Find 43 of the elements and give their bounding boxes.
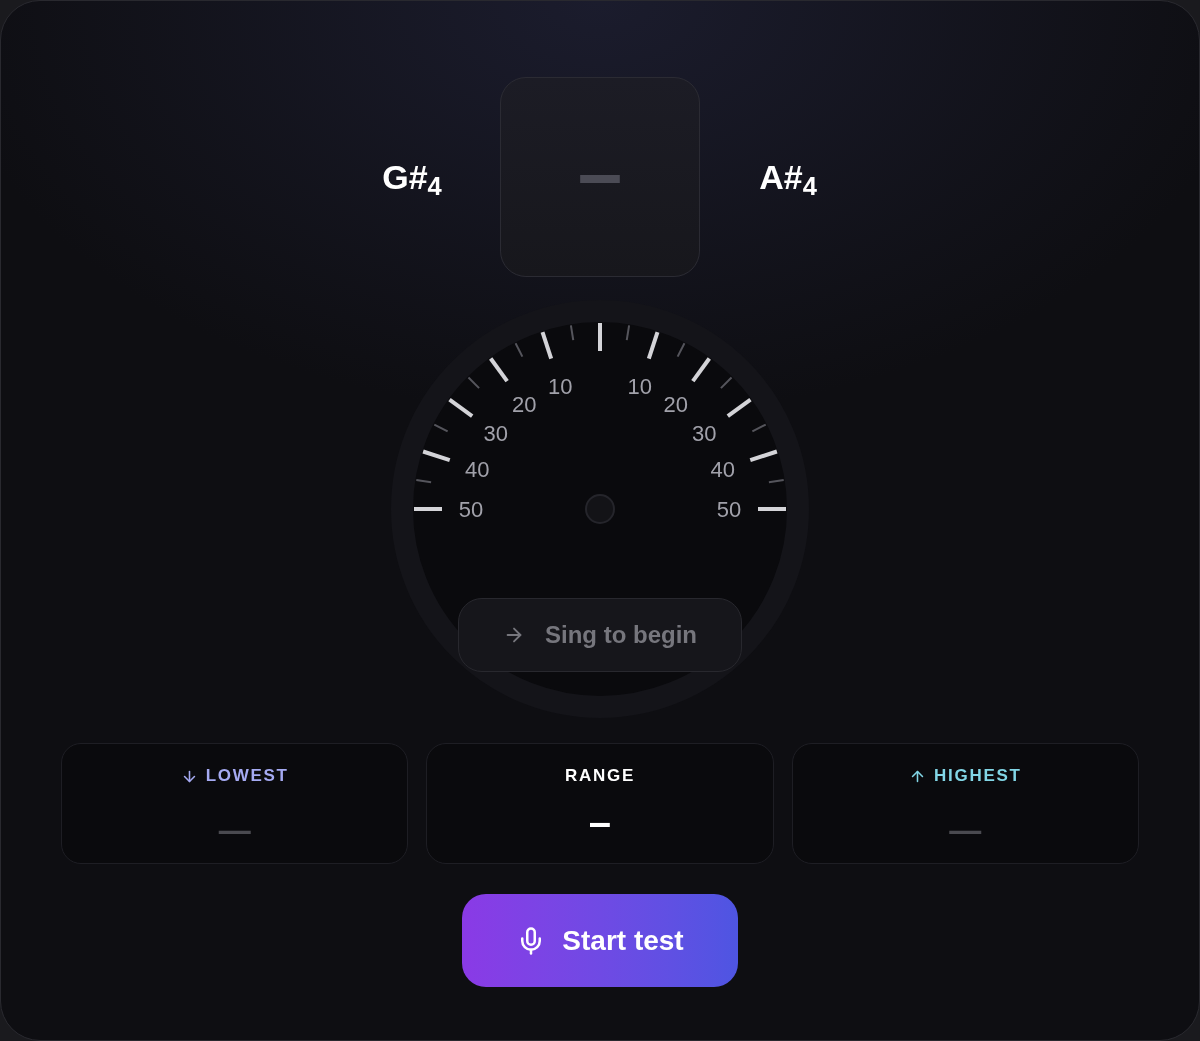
stat-label: LOWEST bbox=[205, 766, 289, 786]
stat-value: — bbox=[949, 814, 982, 846]
major-tick bbox=[448, 398, 474, 418]
major-tick bbox=[598, 323, 602, 351]
scale-label: 40 bbox=[465, 456, 490, 482]
major-tick bbox=[691, 357, 711, 383]
major-tick bbox=[726, 398, 752, 418]
start-test-button[interactable]: Start test bbox=[462, 894, 738, 987]
minor-tick bbox=[676, 342, 686, 358]
minor-tick bbox=[433, 423, 449, 433]
major-tick bbox=[489, 357, 509, 383]
minor-tick bbox=[467, 376, 481, 390]
minor-tick bbox=[719, 376, 733, 390]
scale-label: 20 bbox=[511, 392, 537, 418]
scale-label: 30 bbox=[483, 420, 508, 446]
major-tick bbox=[540, 331, 554, 360]
previous-note: G#$_{4}$ bbox=[382, 156, 442, 202]
scale-label: 10 bbox=[547, 373, 573, 399]
scale-label: 50 bbox=[458, 496, 484, 522]
minor-tick bbox=[767, 478, 785, 484]
major-tick bbox=[749, 449, 778, 463]
status-text: Sing to begin bbox=[545, 620, 697, 650]
current-note: – bbox=[577, 133, 623, 213]
major-tick bbox=[758, 507, 786, 511]
stat-value: — bbox=[218, 814, 251, 846]
minor-tick bbox=[569, 324, 575, 342]
minor-tick bbox=[751, 423, 767, 433]
major-tick bbox=[414, 507, 442, 511]
scale-label: 30 bbox=[692, 420, 717, 446]
major-tick bbox=[422, 449, 451, 463]
minor-tick bbox=[415, 478, 433, 484]
scale-label: 50 bbox=[716, 496, 742, 522]
minor-tick bbox=[514, 342, 524, 358]
scale-label: 10 bbox=[627, 373, 653, 399]
scale-label: 40 bbox=[710, 456, 735, 482]
next-note: A#$_{4}$ bbox=[758, 156, 818, 202]
stat-value: – bbox=[588, 802, 612, 842]
stat-label: HIGHEST bbox=[934, 766, 1022, 786]
pivot-dot-icon bbox=[585, 494, 615, 524]
major-tick bbox=[646, 331, 660, 360]
scale-label: 20 bbox=[663, 392, 689, 418]
stat-label: RANGE bbox=[565, 766, 635, 786]
minor-tick bbox=[625, 324, 631, 342]
